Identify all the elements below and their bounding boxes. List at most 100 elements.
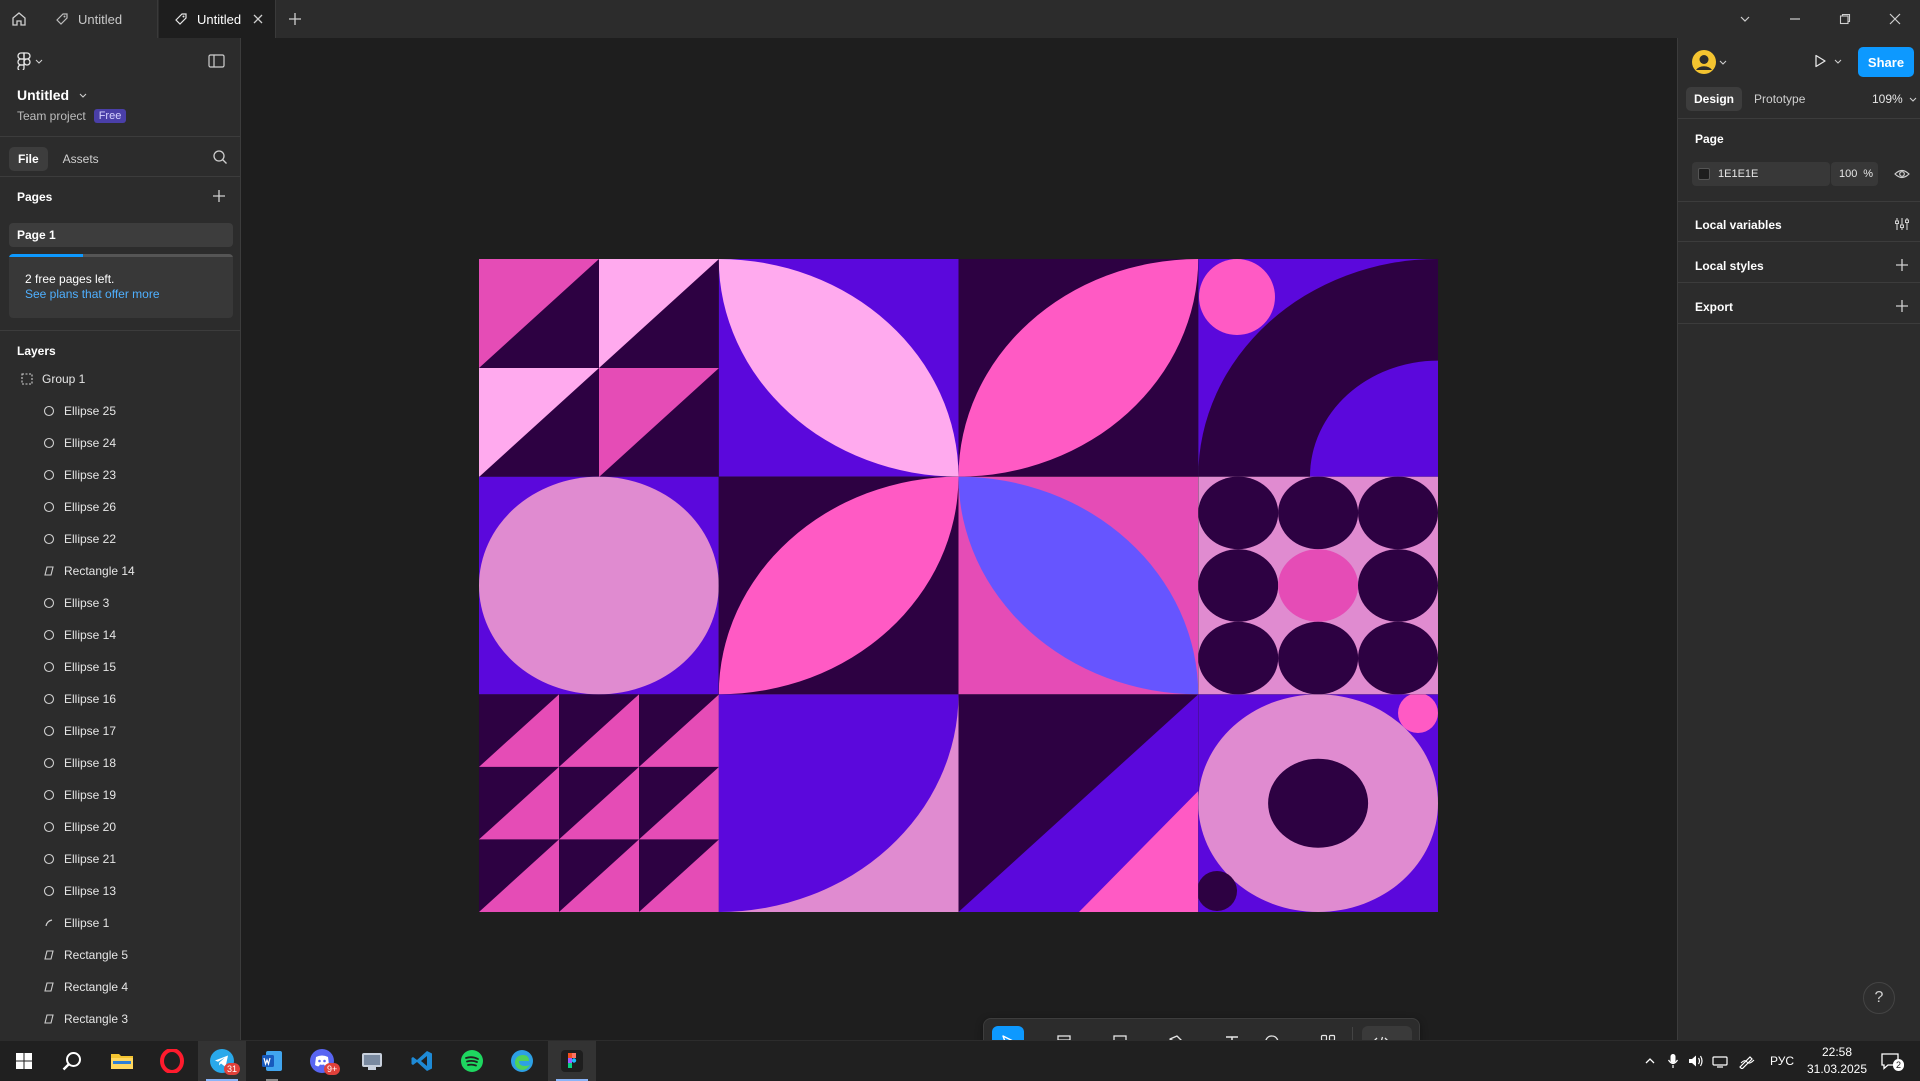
layer-name: Ellipse 24 (64, 436, 117, 450)
layer-item[interactable]: Ellipse 17 (0, 719, 240, 743)
layer-item[interactable]: Rectangle 3 (0, 1007, 240, 1031)
add-export-icon[interactable] (1894, 298, 1910, 314)
vector-icon (42, 1012, 56, 1026)
layer-item[interactable]: Group 1 (0, 367, 240, 391)
circle-shape (1278, 549, 1359, 622)
export-heading[interactable]: Export (1695, 300, 1733, 314)
telegram-icon[interactable]: 31 (198, 1041, 246, 1081)
opera-icon[interactable] (148, 1041, 196, 1081)
layer-item[interactable]: Ellipse 16 (0, 687, 240, 711)
layer-item[interactable]: Ellipse 13 (0, 879, 240, 903)
snipping-tool-icon[interactable] (348, 1041, 396, 1081)
canvas[interactable] (242, 38, 1677, 1064)
restore-icon[interactable] (1821, 0, 1869, 38)
layer-item[interactable]: Ellipse 18 (0, 751, 240, 775)
vscode-icon[interactable] (398, 1041, 446, 1081)
donut-hole-shape (1268, 758, 1369, 848)
design-prototype-tabs: Design Prototype (1686, 87, 1813, 111)
word-icon[interactable] (248, 1041, 296, 1081)
minimize-icon[interactable] (1771, 0, 1819, 38)
clock[interactable]: 22:58 31.03.2025 (1806, 1044, 1868, 1078)
plan-badge[interactable]: Free (93, 109, 127, 123)
artwork-group-1[interactable] (479, 259, 1438, 912)
layer-item[interactable]: Ellipse 14 (0, 623, 240, 647)
tab-prototype[interactable]: Prototype (1746, 87, 1813, 111)
ellipse-icon (42, 884, 56, 898)
ellipse-icon (42, 500, 56, 514)
edge-icon[interactable] (498, 1041, 546, 1081)
zoom-dropdown[interactable]: 109% (1872, 92, 1917, 106)
left-panel: Untitled Team project Free File Assets P… (0, 38, 241, 1040)
layer-item[interactable]: Rectangle 14 (0, 559, 240, 583)
close-tab-icon[interactable] (251, 12, 265, 26)
local-variables-heading[interactable]: Local variables (1695, 218, 1782, 232)
volume-icon[interactable] (1684, 1041, 1708, 1081)
spotify-icon[interactable] (448, 1041, 496, 1081)
layer-item[interactable]: Ellipse 15 (0, 655, 240, 679)
layer-item[interactable]: Rectangle 4 (0, 975, 240, 999)
tab-file[interactable]: File (9, 147, 48, 171)
discord-icon[interactable]: 9+ (298, 1041, 346, 1081)
input-language[interactable]: РУС (1764, 1041, 1800, 1081)
local-styles-heading[interactable]: Local styles (1695, 259, 1764, 273)
eye-icon[interactable] (1894, 166, 1910, 182)
close-window-icon[interactable] (1871, 0, 1919, 38)
layer-item[interactable]: Ellipse 24 (0, 431, 240, 455)
circle-shape (1198, 621, 1279, 695)
layer-item[interactable]: Ellipse 21 (0, 847, 240, 871)
share-button[interactable]: Share (1858, 47, 1914, 77)
circle-shape (1358, 476, 1438, 550)
account-menu[interactable] (1692, 50, 1727, 74)
see-plans-link[interactable]: See plans that offer more (25, 287, 160, 301)
layer-item[interactable]: Ellipse 19 (0, 783, 240, 807)
layer-item[interactable]: Ellipse 3 (0, 591, 240, 615)
add-style-icon[interactable] (1894, 257, 1910, 273)
layer-item[interactable]: Rectangle 5 (0, 943, 240, 967)
pen-input-icon[interactable] (1734, 1041, 1760, 1081)
home-icon[interactable] (0, 0, 38, 38)
team-label[interactable]: Team project (17, 109, 86, 123)
file-title[interactable]: Untitled (17, 87, 87, 103)
circle-shape (1358, 621, 1438, 695)
notifications-icon[interactable]: 2 (1872, 1041, 1908, 1081)
chevron-up-icon[interactable] (1638, 1041, 1662, 1081)
layer-item[interactable]: Ellipse 25 (0, 399, 240, 423)
network-icon[interactable] (1708, 1041, 1732, 1081)
search-icon[interactable] (48, 1041, 96, 1081)
layer-item[interactable]: Ellipse 22 (0, 527, 240, 551)
windows-start-icon[interactable] (0, 1041, 48, 1081)
page-color-field[interactable]: 1E1E1E (1692, 162, 1830, 186)
tabs-dropdown-icon[interactable] (1721, 0, 1769, 38)
help-button[interactable]: ? (1863, 982, 1895, 1014)
variables-icon[interactable] (1894, 216, 1910, 232)
vector-icon (42, 948, 56, 962)
color-swatch[interactable] (1698, 168, 1710, 180)
tab-assets[interactable]: Assets (54, 147, 108, 171)
page-color-hex[interactable]: 1E1E1E (1718, 168, 1758, 180)
layer-item[interactable]: Ellipse 26 (0, 495, 240, 519)
divider (0, 330, 240, 331)
tab-untitled-2[interactable]: Untitled (159, 0, 276, 38)
search-icon[interactable] (212, 149, 228, 165)
present-button[interactable] (1812, 53, 1842, 69)
figma-taskbar-icon[interactable] (548, 1041, 596, 1081)
layer-name: Ellipse 14 (64, 628, 117, 642)
main-menu-button[interactable] (17, 52, 43, 70)
chevron-down-icon (1834, 59, 1842, 64)
add-page-icon[interactable] (212, 189, 226, 203)
tile-donut (1198, 694, 1438, 912)
microphone-icon[interactable] (1662, 1041, 1684, 1081)
page-opacity-field[interactable]: 100 % (1831, 162, 1878, 186)
page-item-page-1[interactable]: Page 1 (9, 223, 233, 247)
tile-circle-grid (1198, 476, 1438, 695)
sidebar-toggle-icon[interactable] (208, 54, 225, 68)
tab-untitled-1[interactable]: Untitled (40, 0, 158, 38)
layer-item[interactable]: Ellipse 1 (0, 911, 240, 935)
file-explorer-icon[interactable] (98, 1041, 146, 1081)
tab-design[interactable]: Design (1686, 87, 1743, 111)
layer-item[interactable]: Ellipse 23 (0, 463, 240, 487)
new-tab-icon[interactable] (286, 10, 304, 28)
circle-shape (1199, 259, 1275, 335)
page-opacity-value[interactable]: 100 (1839, 168, 1857, 180)
layer-item[interactable]: Ellipse 20 (0, 815, 240, 839)
